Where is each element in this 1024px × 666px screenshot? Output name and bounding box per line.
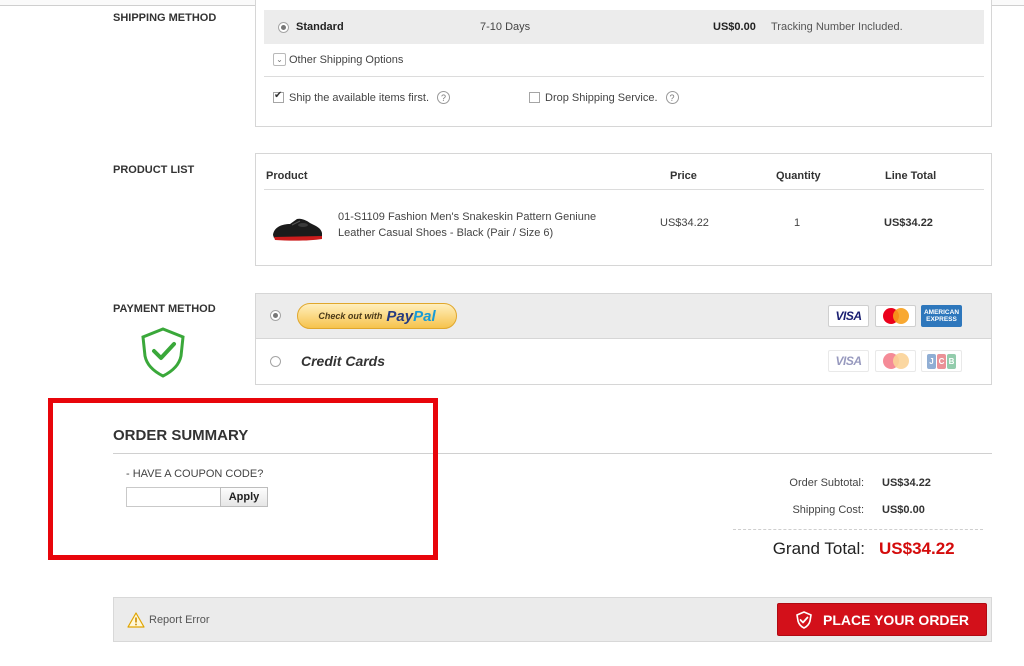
product-thumbnail-shoe[interactable] xyxy=(270,207,324,247)
product-name[interactable]: 01-S1109 Fashion Men's Snakeskin Pattern… xyxy=(338,209,608,241)
column-header-line-total: Line Total xyxy=(885,170,937,182)
place-order-button[interactable]: PLACE YOUR ORDER xyxy=(777,603,987,636)
shipping-method-panel: Standard 7-10 Days US$0.00 Tracking Numb… xyxy=(255,0,992,127)
order-subtotal-value: US$34.22 xyxy=(882,477,931,489)
divider xyxy=(264,189,984,190)
payment-method-panel: Check out with PayPal VISA AMERICAN EXPR… xyxy=(255,293,992,385)
paypal-checkout-button[interactable]: Check out with PayPal xyxy=(297,303,457,329)
payment-radio-credit-cards[interactable] xyxy=(270,356,281,367)
drop-shipping-checkbox[interactable] xyxy=(529,92,540,103)
checkout-footer-bar: Report Error PLACE YOUR ORDER xyxy=(113,597,992,642)
credit-cards-label: Credit Cards xyxy=(301,353,386,369)
payment-radio-paypal[interactable] xyxy=(270,310,281,321)
mastercard-icon xyxy=(875,350,916,372)
shipping-method-label: SHIPPING METHOD xyxy=(113,12,217,24)
divider xyxy=(264,76,984,77)
report-error-link[interactable]: Report Error xyxy=(149,614,210,626)
column-header-quantity: Quantity xyxy=(776,170,821,182)
amex-card-icon: AMERICAN EXPRESS xyxy=(921,305,962,327)
shipping-cost: US$0.00 xyxy=(713,21,756,33)
product-quantity: 1 xyxy=(794,217,801,229)
payment-option-paypal[interactable]: Check out with PayPal VISA AMERICAN EXPR… xyxy=(256,294,991,339)
grand-total-label: Grand Total: xyxy=(772,539,865,558)
shield-check-icon xyxy=(796,610,812,629)
drop-shipping-option[interactable]: Drop Shipping Service. ? xyxy=(529,91,679,104)
ship-available-first-checkbox[interactable] xyxy=(273,90,284,103)
warning-icon xyxy=(127,612,145,628)
shipping-cost-label: Shipping Cost: xyxy=(792,504,864,516)
chevron-down-icon: ⌄ xyxy=(273,53,286,66)
other-shipping-options-label: Other Shipping Options xyxy=(289,53,404,66)
shipping-name: Standard xyxy=(296,21,344,33)
product-price: US$34.22 xyxy=(660,217,709,229)
other-shipping-options-toggle[interactable]: ⌄ Other Shipping Options xyxy=(273,53,403,66)
shipping-days: 7-10 Days xyxy=(480,21,531,33)
ship-available-first-option[interactable]: Ship the available items first. ? xyxy=(273,90,451,104)
place-order-label: PLACE YOUR ORDER xyxy=(823,611,969,628)
shipping-option-standard[interactable]: Standard 7-10 Days US$0.00 Tracking Numb… xyxy=(264,10,984,44)
ship-available-first-label: Ship the available items first. xyxy=(289,91,430,104)
product-line-total: US$34.22 xyxy=(884,217,933,229)
paypal-prefix: Check out with xyxy=(318,311,383,321)
help-icon[interactable]: ? xyxy=(665,91,679,104)
grand-total-value: US$34.22 xyxy=(879,539,955,558)
payment-method-label: PAYMENT METHOD xyxy=(113,303,216,315)
jcb-card-icon: J C B xyxy=(921,350,962,372)
shipping-radio-standard[interactable] xyxy=(278,22,289,33)
dotted-divider xyxy=(733,529,983,530)
shipping-note: Tracking Number Included. xyxy=(771,21,903,33)
visa-card-icon: VISA xyxy=(828,350,869,372)
help-icon[interactable]: ? xyxy=(437,91,451,104)
column-header-price: Price xyxy=(670,170,697,182)
shipping-cost-value: US$0.00 xyxy=(882,504,925,516)
visa-card-icon: VISA xyxy=(828,305,869,327)
product-list-panel: Product Price Quantity Line Total 01-S11… xyxy=(255,153,992,266)
column-header-product: Product xyxy=(266,170,308,182)
paypal-logo: PayPal xyxy=(386,307,436,325)
highlight-annotation-box xyxy=(48,398,438,560)
mastercard-icon xyxy=(875,305,916,327)
security-shield-icon xyxy=(141,327,185,378)
product-list-label: PRODUCT LIST xyxy=(113,164,195,176)
order-subtotal-label: Order Subtotal: xyxy=(789,477,864,489)
drop-shipping-label: Drop Shipping Service. xyxy=(545,91,658,104)
